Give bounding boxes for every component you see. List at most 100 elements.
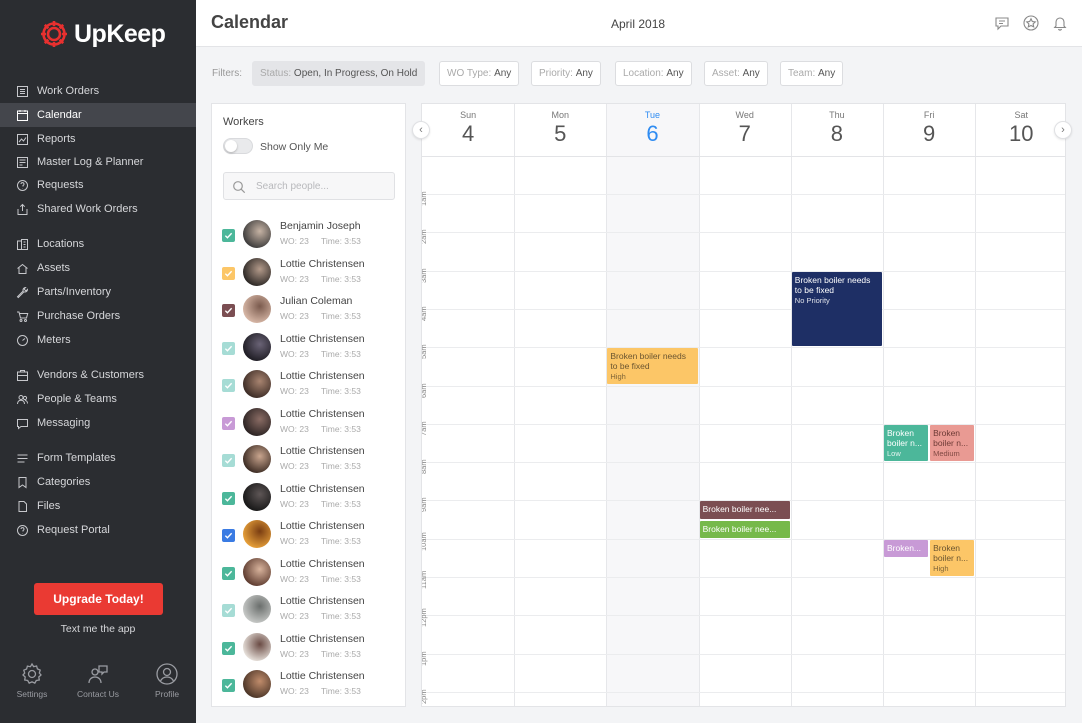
profile-button[interactable]: Profile bbox=[137, 662, 197, 699]
sidebar-item-calendar[interactable]: Calendar bbox=[0, 103, 196, 127]
avatar bbox=[243, 445, 271, 473]
worker-row[interactable]: Lottie Christensen WO: 23 Time: 3:53 bbox=[212, 479, 405, 516]
worker-row[interactable]: Benjamin Joseph WO: 23 Time: 3:53 bbox=[212, 216, 405, 253]
checkmark-icon bbox=[224, 607, 233, 614]
show-only-me-toggle[interactable] bbox=[223, 138, 253, 154]
worker-checkbox[interactable] bbox=[222, 304, 235, 317]
sidebar-item-request-portal[interactable]: Request Portal bbox=[0, 518, 196, 542]
calendar-event[interactable]: Broken boiler n... High bbox=[930, 539, 975, 576]
worker-checkbox[interactable] bbox=[222, 266, 235, 280]
sidebar-item-form-templates[interactable]: Form Templates bbox=[0, 446, 196, 470]
upkeep-logo[interactable]: UpKeep bbox=[38, 18, 166, 50]
day-header[interactable]: Tue 6 bbox=[606, 104, 698, 156]
question-icon bbox=[16, 179, 29, 192]
search-people-input[interactable] bbox=[256, 176, 386, 196]
worker-row[interactable]: Lottie Christensen WO: 23 Time: 3:53 bbox=[212, 329, 405, 366]
sidebar-item-vendors-customers[interactable]: Vendors & Customers bbox=[0, 363, 196, 387]
settings-button[interactable]: Settings bbox=[2, 662, 62, 699]
status-filter[interactable]: Status: Open, In Progress, On Hold bbox=[252, 61, 426, 86]
show-only-me-label: Show Only Me bbox=[260, 141, 329, 153]
worker-checkbox[interactable] bbox=[222, 604, 235, 617]
people-icon bbox=[16, 393, 29, 406]
calendar-event[interactable]: Broken boiler nee... bbox=[699, 501, 790, 519]
calendar-event[interactable]: Broken... bbox=[884, 539, 929, 557]
sidebar-item-people-teams[interactable]: People & Teams bbox=[0, 387, 196, 411]
worker-checkbox[interactable] bbox=[222, 454, 235, 467]
priority-filter[interactable]: Priority: Any bbox=[531, 61, 601, 86]
worker-checkbox[interactable] bbox=[222, 491, 235, 505]
wo-type-filter[interactable]: WO Type: Any bbox=[439, 61, 520, 86]
worker-checkbox[interactable] bbox=[222, 416, 235, 430]
sidebar-item-purchase-orders[interactable]: Purchase Orders bbox=[0, 304, 196, 328]
worker-row[interactable]: Lottie Christensen WO: 23 Time: 3:53 bbox=[212, 666, 405, 703]
worker-checkbox[interactable] bbox=[222, 341, 235, 355]
day-header[interactable]: Mon 5 bbox=[514, 104, 606, 156]
worker-time: Time: 3:53 bbox=[321, 423, 361, 434]
calendar-event[interactable]: Broken boiler needs to be fixed High bbox=[607, 348, 698, 385]
next-week-button[interactable]: › bbox=[1054, 121, 1072, 139]
sidebar-item-categories[interactable]: Categories bbox=[0, 470, 196, 494]
worker-checkbox[interactable] bbox=[222, 379, 235, 392]
worker-row[interactable]: Lottie Christensen WO: 23 Time: 3:53 bbox=[212, 629, 405, 666]
chat-bubble-icon[interactable] bbox=[994, 15, 1010, 31]
sidebar-item-reports[interactable]: Reports bbox=[0, 127, 196, 151]
upgrade-button[interactable]: Upgrade Today! bbox=[34, 583, 163, 615]
worker-checkbox[interactable] bbox=[222, 679, 235, 692]
worker-checkbox[interactable] bbox=[222, 641, 235, 655]
calendar-event[interactable]: Broken boiler n... Medium bbox=[930, 424, 975, 462]
worker-row[interactable]: Lottie Christensen WO: 23 Time: 3:53 bbox=[212, 441, 405, 478]
day-header[interactable]: Sun 4 bbox=[422, 104, 514, 156]
asset-filter[interactable]: Asset: Any bbox=[704, 61, 768, 86]
sidebar-item-master-log-planner[interactable]: Master Log & Planner bbox=[0, 150, 196, 174]
star-badge-icon[interactable] bbox=[1023, 15, 1039, 31]
worker-row[interactable]: Lottie Christensen WO: 23 Time: 3:53 bbox=[212, 366, 405, 403]
sidebar-item-parts-inventory[interactable]: Parts/Inventory bbox=[0, 280, 196, 304]
day-header[interactable]: Wed 7 bbox=[699, 104, 791, 156]
contact-us-button[interactable]: Contact Us bbox=[68, 662, 128, 699]
sidebar-item-label: Messaging bbox=[37, 417, 91, 429]
assets-icon bbox=[16, 262, 29, 275]
day-header[interactable]: Thu 8 bbox=[791, 104, 883, 156]
location-filter[interactable]: Location: Any bbox=[615, 61, 692, 86]
avatar bbox=[243, 670, 271, 698]
worker-row[interactable]: Lottie Christensen WO: 23 Time: 3:53 bbox=[212, 554, 405, 591]
sidebar-item-shared-work-orders[interactable]: Shared Work Orders bbox=[0, 197, 196, 221]
text-me-app-link[interactable]: Text me the app bbox=[0, 623, 196, 635]
file-icon bbox=[16, 500, 29, 513]
location-filter-value: Any bbox=[666, 68, 684, 79]
day-header[interactable]: Fri 9 bbox=[883, 104, 975, 156]
sidebar-item-files[interactable]: Files bbox=[0, 494, 196, 518]
worker-checkbox[interactable] bbox=[222, 529, 235, 542]
priority-filter-value: Any bbox=[575, 68, 593, 79]
day-name: Mon bbox=[551, 110, 570, 120]
sidebar-item-assets[interactable]: Assets bbox=[0, 256, 196, 280]
worker-name: Lottie Christensen bbox=[280, 595, 365, 607]
sidebar-item-meters[interactable]: Meters bbox=[0, 328, 196, 352]
sidebar-item-requests[interactable]: Requests bbox=[0, 173, 196, 197]
worker-name: Lottie Christensen bbox=[280, 670, 365, 682]
worker-row[interactable]: Lottie Christensen WO: 23 Time: 3:53 bbox=[212, 404, 405, 441]
bell-icon[interactable] bbox=[1052, 15, 1068, 31]
sidebar-item-messaging[interactable]: Messaging bbox=[0, 411, 196, 435]
sidebar-item-work-orders[interactable]: Work Orders bbox=[0, 79, 196, 103]
worker-row[interactable]: Julian Coleman WO: 23 Time: 3:53 bbox=[212, 291, 405, 328]
day-date: 7 bbox=[738, 121, 751, 146]
brand-name: UpKeep bbox=[74, 19, 166, 48]
calendar-event[interactable]: Broken boiler nee... bbox=[699, 520, 790, 538]
hour-label: 11am bbox=[421, 570, 428, 589]
calendar-event[interactable]: Broken boiler n... Low bbox=[884, 424, 929, 462]
prev-week-button[interactable]: ‹ bbox=[412, 121, 430, 139]
worker-wo-count: WO: 23 bbox=[280, 461, 309, 471]
worker-row[interactable]: Lottie Christensen WO: 23 Time: 3:53 bbox=[212, 591, 405, 628]
sidebar-item-locations[interactable]: Locations bbox=[0, 232, 196, 256]
event-priority: Low bbox=[887, 448, 901, 458]
chevron-right-icon: › bbox=[1061, 124, 1065, 136]
worker-checkbox[interactable] bbox=[222, 566, 235, 580]
worker-row[interactable]: Lottie Christensen WO: 23 Time: 3:53 bbox=[212, 254, 405, 291]
worker-row[interactable]: Lottie Christensen WO: 23 Time: 3:53 bbox=[212, 516, 405, 553]
day-header[interactable]: Sat 10 bbox=[975, 104, 1065, 156]
calendar-event[interactable]: Broken boiler needs to be fixed No Priori… bbox=[791, 271, 882, 347]
worker-checkbox[interactable] bbox=[222, 229, 235, 242]
worker-name: Lottie Christensen bbox=[280, 407, 365, 420]
team-filter[interactable]: Team: Any bbox=[780, 61, 844, 86]
